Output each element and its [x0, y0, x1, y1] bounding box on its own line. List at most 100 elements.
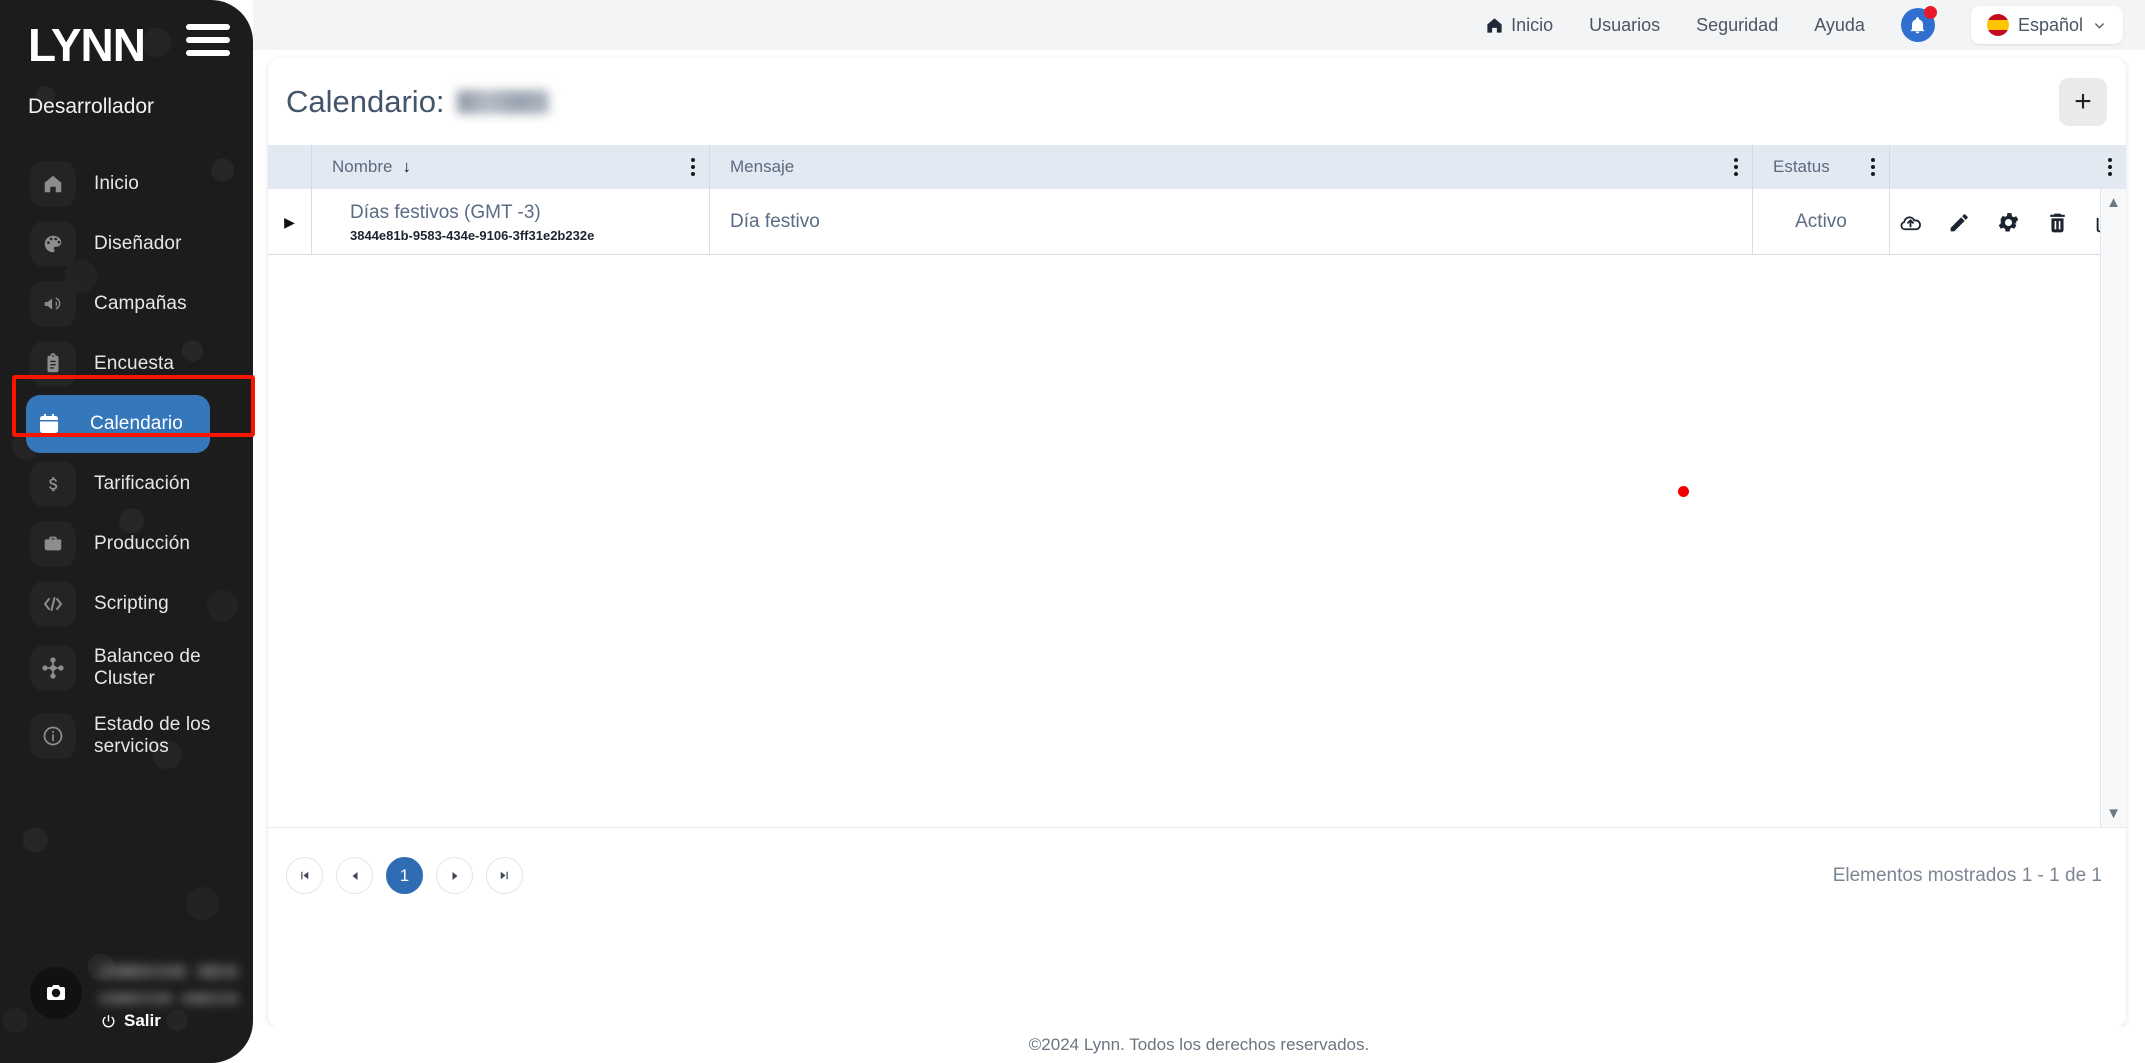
row-expander[interactable]: ▶ — [268, 189, 312, 255]
sidebar-nav: Inicio Diseñador Campañas Encuesta Calen… — [0, 155, 253, 771]
briefcase-icon — [30, 521, 76, 567]
kebab-menu-icon[interactable] — [1734, 158, 1738, 176]
column-header-acciones[interactable] — [1890, 145, 2126, 189]
hamburger-bar — [186, 50, 230, 56]
triangle-up-icon[interactable]: ▲ — [2106, 195, 2121, 210]
sidebar-item-balanceo-de-cluster[interactable]: Balanceo de Cluster — [30, 635, 235, 701]
topnav-item-seguridad[interactable]: Seguridad — [1696, 15, 1778, 36]
sidebar-item-scripting[interactable]: Scripting — [30, 575, 235, 633]
page-footer: ©2024 Lynn. Todos los derechos reservado… — [253, 1027, 2145, 1063]
logout-button[interactable]: Salir — [100, 1011, 161, 1031]
pagination-first-button[interactable] — [286, 857, 323, 894]
row-uuid: 3844e81b-9583-434e-9106-3ff31e2b232e — [350, 227, 595, 243]
sidebar-brand: LYNN Desarrollador — [0, 0, 253, 128]
skip-last-icon — [500, 871, 508, 880]
arrow-down-icon[interactable]: ↓ — [402, 157, 411, 177]
user-name-redacted — [196, 965, 238, 978]
cloud-upload-icon[interactable] — [1898, 210, 1923, 235]
pencil-edit-icon[interactable] — [1947, 210, 1972, 235]
page-title: Calendario: — [286, 84, 549, 120]
notifications-button[interactable] — [1900, 6, 1937, 42]
chevron-down-icon — [2095, 22, 2104, 29]
column-header-label: Estatus — [1773, 157, 1830, 176]
sidebar-item-inicio[interactable]: Inicio — [30, 155, 235, 213]
triangle-right-icon[interactable]: ▶ — [268, 214, 311, 231]
calendar-table: Nombre ↓ Mensaje Estatus ▶ Días festivos… — [268, 145, 2126, 923]
topnav-item-inicio[interactable]: Inicio — [1485, 15, 1553, 36]
sidebar-item-label: Scripting — [94, 592, 169, 614]
hamburger-menu-icon[interactable] — [186, 20, 230, 60]
column-header-nombre[interactable]: Nombre ↓ — [312, 145, 710, 189]
topnav-item-ayuda[interactable]: Ayuda — [1814, 15, 1865, 36]
avatar[interactable] — [30, 967, 82, 1019]
pagination-bar: 1 Elementos mostrados 1 - 1 de 1 — [268, 827, 2126, 923]
table-row[interactable]: ▶ Días festivos (GMT -3) 3844e81b-9583-4… — [268, 189, 2126, 255]
pagination-prev-button[interactable] — [336, 857, 373, 894]
power-icon — [102, 1014, 115, 1027]
sidebar-item-encuesta[interactable]: Encuesta — [30, 335, 235, 393]
pagination-buttons: 1 — [286, 857, 523, 894]
page-title-value-redacted — [456, 89, 549, 114]
sidebar: LYNN Desarrollador Inicio Diseñador Camp… — [0, 0, 255, 1063]
add-button[interactable]: + — [2059, 78, 2107, 126]
sidebar-item-label: Diseñador — [94, 232, 182, 254]
pagination-next-button[interactable] — [436, 857, 473, 894]
notification-badge — [1923, 6, 1937, 19]
language-label: Español — [2017, 14, 2083, 35]
lynn-logo: LYNN — [28, 19, 146, 71]
panel-header: Calendario: + — [268, 58, 2126, 145]
pagination-last-button[interactable] — [486, 857, 523, 894]
brand-subtitle: Desarrollador — [28, 95, 155, 118]
hamburger-bar — [186, 24, 230, 30]
sidebar-item-label: Inicio — [94, 172, 139, 194]
pagination-page-1[interactable]: 1 — [386, 857, 423, 894]
column-header-label: Nombre — [332, 157, 393, 176]
skip-first-icon — [301, 871, 309, 880]
column-header-mensaje[interactable]: Mensaje — [710, 145, 1753, 189]
cell-mensaje: Día festivo — [710, 189, 1753, 255]
sidebar-item-produccion[interactable]: Producción — [30, 515, 235, 573]
triangle-down-icon[interactable]: ▼ — [2106, 806, 2121, 821]
sidebar-item-label: Estado de los servicios — [94, 713, 211, 757]
topnav-item-label: Inicio — [1511, 14, 1554, 35]
sidebar-item-campanas[interactable]: Campañas — [30, 275, 235, 333]
home-icon — [30, 161, 76, 207]
megaphone-icon — [30, 281, 76, 327]
trash-delete-icon[interactable] — [2045, 210, 2070, 235]
sidebar-item-label: Balanceo de Cluster — [94, 645, 201, 689]
gear-settings-icon[interactable] — [1996, 210, 2021, 235]
user-name-redacted — [98, 965, 186, 978]
sidebar-item-disenador[interactable]: Diseñador — [30, 215, 235, 273]
column-header-expander — [268, 145, 312, 189]
language-selector[interactable]: Español — [1970, 6, 2123, 44]
kebab-menu-icon[interactable] — [1871, 158, 1875, 176]
table-scrollbar[interactable]: ▲ ▼ — [2100, 189, 2126, 827]
sidebar-item-label: Producción — [94, 532, 191, 554]
sidebar-item-tarificacion[interactable]: Tarificación — [30, 455, 235, 513]
page-title-prefix: Calendario: — [286, 83, 445, 119]
sidebar-item-calendario[interactable]: Calendario — [26, 395, 210, 453]
kebab-menu-icon[interactable] — [691, 158, 695, 176]
hamburger-bar — [186, 37, 230, 43]
sidebar-item-label: Encuesta — [94, 352, 175, 374]
kebab-menu-icon[interactable] — [2108, 158, 2112, 176]
home-icon — [1487, 17, 1502, 33]
sidebar-item-estado-de-los-servicios[interactable]: Estado de los servicios — [30, 703, 235, 769]
top-navigation-bar: Inicio Usuarios Seguridad Ayuda Español — [253, 0, 2145, 50]
cluster-icon — [30, 645, 76, 691]
pagination-info: Elementos mostrados 1 - 1 de 1 — [1832, 864, 2102, 886]
sidebar-user-footer: Salir — [0, 943, 253, 1063]
cell-acciones — [1890, 189, 2126, 255]
column-header-estatus[interactable]: Estatus — [1753, 145, 1890, 189]
info-circle-icon — [30, 713, 76, 759]
cell-nombre: Días festivos (GMT -3) 3844e81b-9583-434… — [312, 189, 710, 255]
topnav-item-usuarios[interactable]: Usuarios — [1589, 15, 1660, 36]
main-panel: Calendario: + Nombre ↓ Mensaje Estatus ▶… — [268, 58, 2126, 1028]
clipboard-icon — [30, 341, 76, 387]
sidebar-item-label: Tarificación — [94, 472, 191, 494]
code-icon — [30, 581, 76, 627]
app-root: LYNN Desarrollador Inicio Diseñador Camp… — [0, 0, 2145, 1063]
palette-icon — [30, 221, 76, 267]
sidebar-item-label: Calendario — [90, 412, 183, 434]
logout-label: Salir — [124, 1011, 161, 1030]
